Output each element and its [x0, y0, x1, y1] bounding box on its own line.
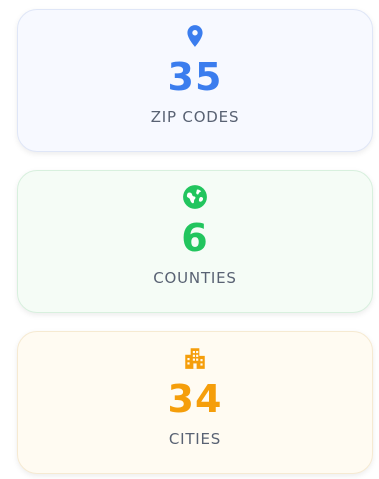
- cities-card: 34 CITIES: [17, 331, 373, 474]
- city-buildings-icon: [185, 348, 205, 369]
- counties-card: 6 COUNTIES: [17, 170, 373, 313]
- stats-panel: 35 ZIP CODES 6 COUNTIES 34 CITIES: [0, 0, 379, 479]
- zip-codes-label: ZIP CODES: [150, 108, 240, 126]
- counties-label: COUNTIES: [153, 269, 237, 287]
- cities-count: 34: [167, 377, 223, 421]
- zip-codes-count: 35: [167, 55, 223, 99]
- cities-label: CITIES: [168, 430, 222, 448]
- zip-codes-card: 35 ZIP CODES: [17, 9, 373, 152]
- globe-icon: [183, 185, 207, 209]
- counties-count: 6: [181, 216, 209, 260]
- map-pin-icon: [187, 25, 203, 47]
